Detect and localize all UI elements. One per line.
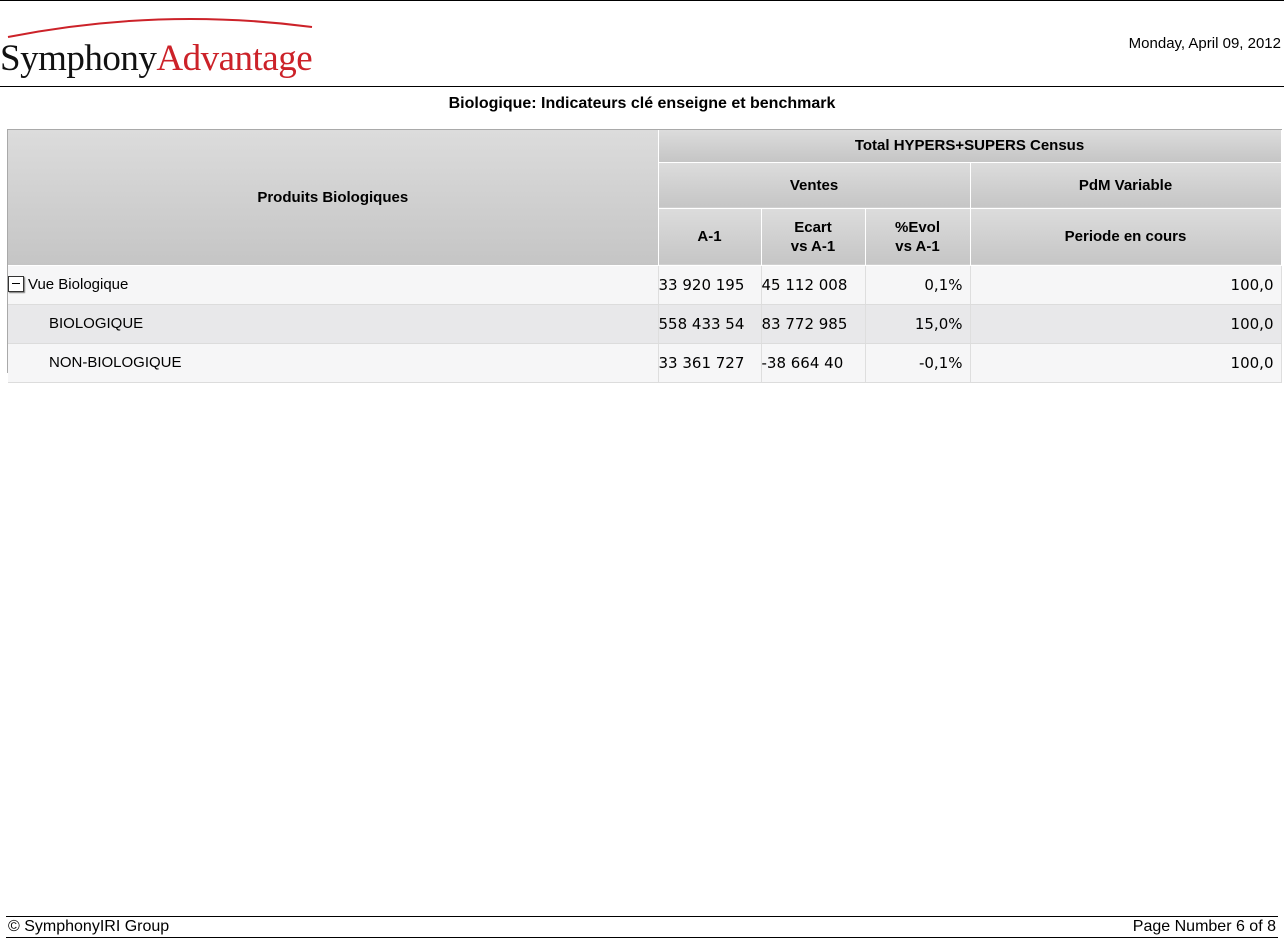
header-rule xyxy=(0,86,1284,87)
symphony-advantage-logo: SymphonyAdvantage xyxy=(0,11,320,79)
cell-pdm: 100,0 xyxy=(970,304,1282,344)
column-header-ecart: Ecart vs A-1 xyxy=(761,208,866,266)
cell-pdm: 100,0 xyxy=(970,265,1282,305)
row-dimension-header: Produits Biologiques xyxy=(8,130,659,266)
cell-ecart: 45 112 008 xyxy=(761,265,866,305)
table-row: Vue Biologique 33 920 195 45 112 008 0,1… xyxy=(8,265,1282,305)
minus-box-icon[interactable] xyxy=(8,276,24,292)
footer-rule-top xyxy=(6,916,1278,917)
report-date: Monday, April 09, 2012 xyxy=(1128,35,1281,52)
report-title: Biologique: Indicateurs clé enseigne et … xyxy=(448,95,836,112)
cell-evol: -0,1% xyxy=(865,343,971,383)
cell-a1: 33 920 195 xyxy=(658,265,762,305)
cell-ecart: 83 772 985 xyxy=(761,304,866,344)
column-header-evol: %Evol vs A-1 xyxy=(865,208,971,266)
data-grid: Produits Biologiques Total HYPERS+SUPERS… xyxy=(7,129,1282,383)
logo-text-symphony: Symphony xyxy=(0,38,157,79)
ecart-line2: vs A-1 xyxy=(790,237,836,255)
page-header: SymphonyAdvantage Monday, April 09, 2012 xyxy=(0,1,1284,85)
page-number: Page Number 6 of 8 xyxy=(1132,918,1276,935)
table-row: NON-BIOLOGIQUE 33 361 727 -38 664 40 -0,… xyxy=(8,343,1282,383)
footer-rule-bottom xyxy=(6,937,1278,938)
row-label: BIOLOGIQUE xyxy=(8,304,659,344)
cell-evol: 0,1% xyxy=(865,265,971,305)
ventes-header: Ventes xyxy=(658,162,971,209)
data-table: Produits Biologiques Total HYPERS+SUPERS… xyxy=(8,130,1282,383)
ecart-line1: Ecart xyxy=(794,218,832,236)
column-header-periode: Periode en cours xyxy=(970,208,1282,266)
row-label: Vue Biologique xyxy=(8,265,659,305)
pdm-variable-header: PdM Variable xyxy=(970,162,1282,209)
logo-swoosh-icon xyxy=(7,18,313,38)
logo-wordmark: SymphonyAdvantage xyxy=(0,38,313,79)
table-row: BIOLOGIQUE 558 433 54 83 772 985 15,0% 1… xyxy=(8,304,1282,344)
cell-a1: 558 433 54 xyxy=(658,304,762,344)
copyright: © SymphonyIRI Group xyxy=(8,918,170,935)
column-header-a1: A-1 xyxy=(658,208,762,266)
evol-line2: vs A-1 xyxy=(895,237,940,255)
row-label-text: Vue Biologique xyxy=(28,276,129,293)
evol-line1: %Evol xyxy=(894,218,940,236)
row-label: NON-BIOLOGIQUE xyxy=(8,343,659,383)
cell-evol: 15,0% xyxy=(865,304,971,344)
cell-ecart: -38 664 40 xyxy=(761,343,866,383)
logo-text-advantage: Advantage xyxy=(156,38,313,79)
group-header: Total HYPERS+SUPERS Census xyxy=(658,130,1282,163)
cell-pdm: 100,0 xyxy=(970,343,1282,383)
cell-a1: 33 361 727 xyxy=(658,343,762,383)
